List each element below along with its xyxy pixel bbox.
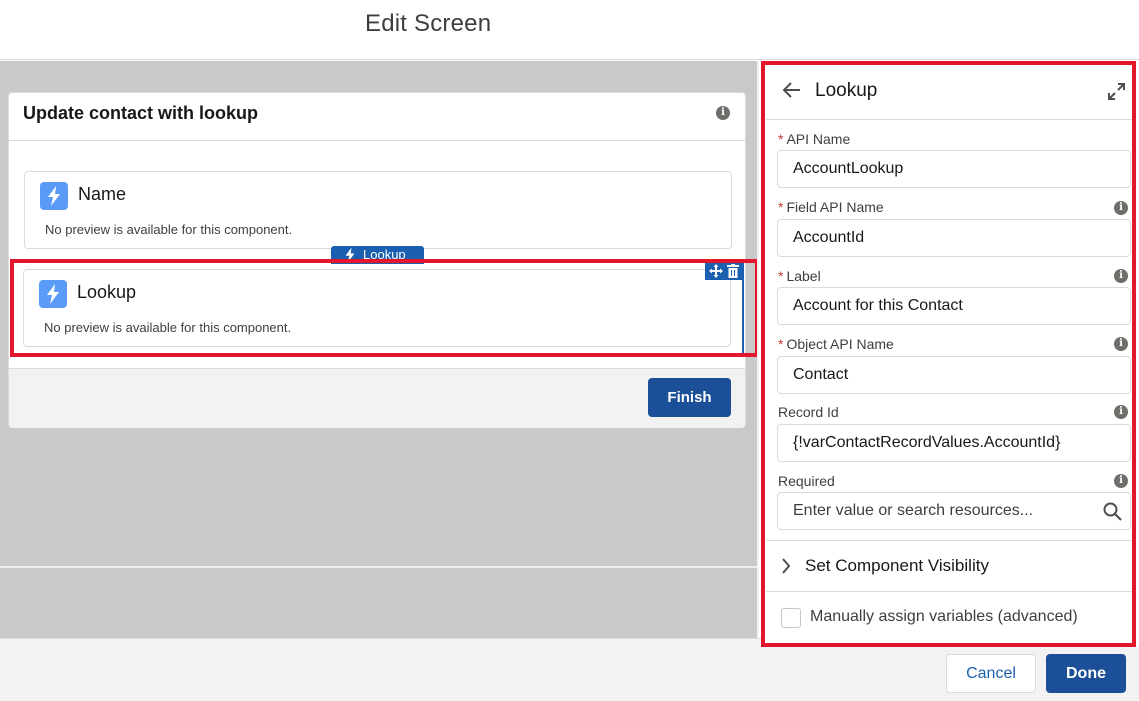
component-toolbar bbox=[705, 262, 744, 280]
chevron-right-icon[interactable] bbox=[781, 558, 791, 574]
lightning-icon bbox=[345, 247, 355, 263]
info-icon[interactable]: i bbox=[1114, 201, 1128, 215]
screen-footer bbox=[9, 368, 745, 428]
required-field[interactable]: Enter value or search resources... bbox=[777, 492, 1131, 530]
object-api-name-field[interactable]: Contact bbox=[777, 356, 1131, 394]
modal-title: Edit Screen bbox=[365, 10, 492, 37]
drag-chip-lookup[interactable]: Lookup bbox=[331, 246, 424, 264]
manual-assign-label[interactable]: Manually assign variables (advanced) bbox=[810, 608, 1078, 626]
record-id-field[interactable]: {!varContactRecordValues.AccountId} bbox=[777, 424, 1131, 462]
component-title: Lookup bbox=[77, 282, 137, 302]
done-button[interactable]: Done bbox=[1046, 654, 1126, 693]
expand-icon[interactable] bbox=[1108, 83, 1125, 100]
component-description: No preview is available for this compone… bbox=[44, 320, 292, 335]
info-icon[interactable]: i bbox=[1114, 337, 1128, 351]
screen-title: Update contact with lookup bbox=[23, 103, 259, 123]
field-api-name-field[interactable]: AccountId bbox=[777, 219, 1131, 257]
info-icon[interactable]: i bbox=[716, 106, 730, 120]
object-api-name-label: * Object API Name bbox=[778, 336, 894, 352]
api-name-field[interactable]: AccountLookup bbox=[777, 150, 1131, 188]
info-icon[interactable]: i bbox=[1114, 405, 1128, 419]
search-icon[interactable] bbox=[1103, 502, 1122, 521]
required-label: Required bbox=[778, 473, 835, 489]
selection-indicator bbox=[742, 280, 744, 353]
component-description: No preview is available for this compone… bbox=[45, 222, 293, 237]
modal-footer bbox=[0, 638, 761, 701]
component-title: Name bbox=[78, 184, 127, 204]
component-visibility-label[interactable]: Set Component Visibility bbox=[805, 556, 989, 576]
label-field[interactable]: Account for this Contact bbox=[777, 287, 1131, 325]
panel-title: Lookup bbox=[815, 80, 878, 101]
finish-button[interactable]: Finish bbox=[648, 378, 731, 417]
move-icon[interactable] bbox=[709, 264, 723, 278]
drag-chip-label: Lookup bbox=[363, 247, 406, 262]
panel-separator bbox=[766, 591, 1132, 592]
lightning-icon bbox=[39, 280, 67, 308]
back-arrow-icon[interactable] bbox=[783, 82, 801, 98]
info-icon[interactable]: i bbox=[1114, 269, 1128, 283]
lightning-icon bbox=[40, 182, 68, 210]
cancel-button[interactable]: Cancel bbox=[946, 654, 1036, 693]
manual-assign-checkbox[interactable] bbox=[781, 608, 801, 628]
trash-icon[interactable] bbox=[727, 264, 739, 278]
field-api-name-label: * Field API Name bbox=[778, 199, 884, 215]
canvas-divider bbox=[0, 566, 757, 568]
info-icon[interactable]: i bbox=[1114, 474, 1128, 488]
api-name-label: * API Name bbox=[778, 131, 851, 147]
modal-header: Edit Screen bbox=[0, 0, 1139, 60]
record-id-label: Record Id bbox=[778, 404, 839, 420]
panel-divider bbox=[757, 61, 759, 638]
component-lookup[interactable]: Lookup No preview is available for this … bbox=[23, 269, 731, 347]
component-name[interactable]: Name No preview is available for this co… bbox=[24, 171, 732, 249]
label-label: * Label bbox=[778, 268, 821, 284]
screen-card-header: Update contact with lookup i bbox=[9, 93, 745, 141]
